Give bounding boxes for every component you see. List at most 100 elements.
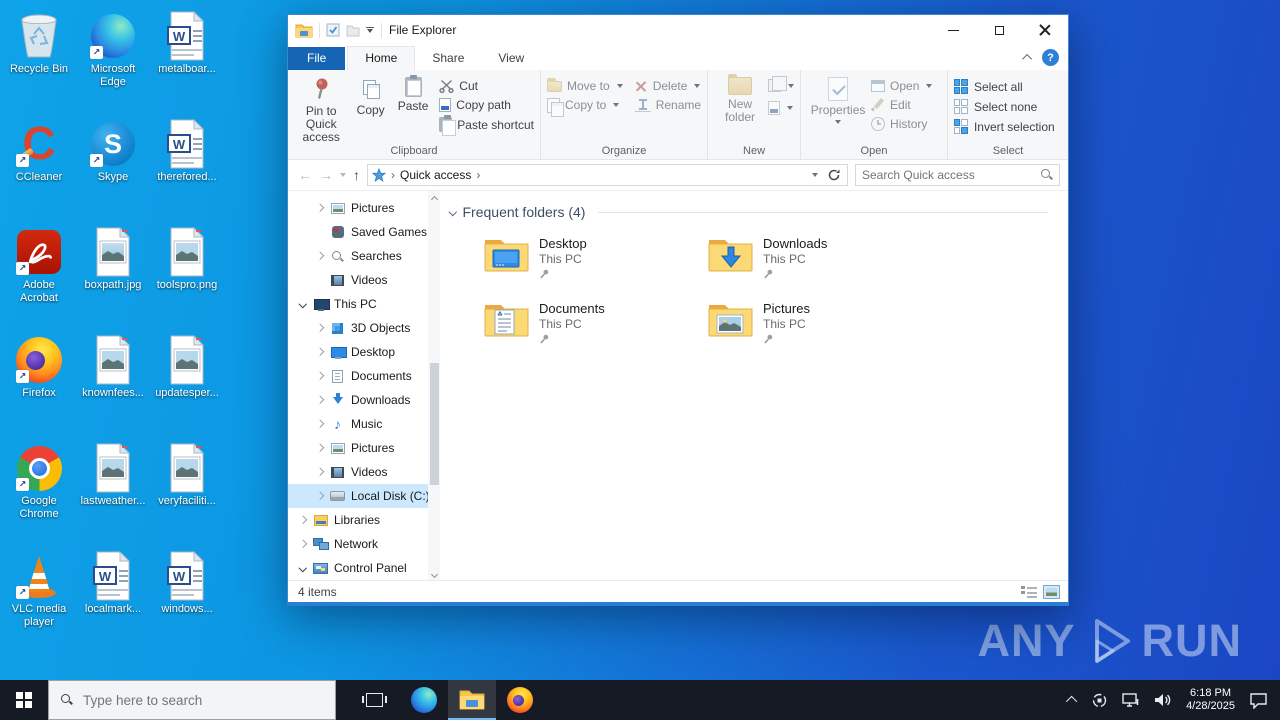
- invert-selection-button[interactable]: Invert selection: [954, 119, 1055, 134]
- folder-tile-downloads[interactable]: Downloads This PC: [708, 236, 913, 301]
- copy-to-button[interactable]: Copy to: [547, 98, 623, 112]
- details-view-button[interactable]: [1021, 585, 1037, 598]
- copy-button[interactable]: Copy: [350, 74, 390, 117]
- desktop-icon-lastweather-image[interactable]: lastweather...: [78, 444, 148, 508]
- taskbar-firefox-button[interactable]: [496, 680, 544, 720]
- taskbar-file-explorer-button[interactable]: [448, 680, 496, 720]
- pin-to-quick-access-button[interactable]: Pin to Quick access: [294, 74, 348, 144]
- nav-item-desktop[interactable]: Desktop: [288, 340, 440, 364]
- desktop-icon-adobe-acrobat[interactable]: ↗ Adobe Acrobat: [4, 228, 74, 305]
- open-button[interactable]: Open: [871, 79, 932, 93]
- desktop-icon-boxpath-jpg[interactable]: boxpath.jpg: [78, 228, 148, 292]
- desktop-icon-skype[interactable]: S↗ Skype: [78, 120, 148, 184]
- back-button[interactable]: ←: [298, 167, 312, 183]
- tab-home[interactable]: Home: [347, 46, 415, 70]
- properties-button[interactable]: Properties: [807, 74, 869, 124]
- scroll-up-button[interactable]: [428, 191, 440, 205]
- scrollbar-thumb[interactable]: [430, 363, 439, 485]
- desktop-icon-toolspro-png[interactable]: toolspro.png: [152, 228, 222, 292]
- select-all-button[interactable]: Select all: [954, 79, 1055, 94]
- desktop-icon-metalboar-doc[interactable]: W metalboar...: [152, 12, 222, 76]
- start-button[interactable]: [0, 680, 48, 720]
- paste-button[interactable]: Paste: [393, 74, 433, 113]
- paste-shortcut-button[interactable]: Paste shortcut: [439, 117, 534, 132]
- desktop-icon-knownfees-image[interactable]: knownfees...: [78, 336, 148, 400]
- explorer-search-input[interactable]: [862, 168, 1041, 182]
- customize-toolbar-icon[interactable]: [366, 27, 374, 33]
- select-none-button[interactable]: Select none: [954, 99, 1055, 114]
- collapse-ribbon-icon[interactable]: [1022, 54, 1032, 64]
- nav-item-videos-pc[interactable]: Videos: [288, 460, 440, 484]
- desktop-icon-ccleaner[interactable]: C↗ CCleaner: [4, 120, 74, 184]
- cut-button[interactable]: Cut: [439, 79, 534, 93]
- desktop-icon-localmark-doc[interactable]: W localmark...: [78, 552, 148, 616]
- rename-button[interactable]: Rename: [635, 98, 701, 112]
- desktop-icon-microsoft-edge[interactable]: ↗ Microsoft Edge: [78, 12, 148, 89]
- edit-button[interactable]: Edit: [871, 98, 932, 112]
- breadcrumb-quick-access[interactable]: Quick access: [400, 168, 471, 182]
- action-center-icon[interactable]: [1249, 692, 1268, 709]
- tab-file[interactable]: File: [288, 47, 345, 70]
- frequent-folders-header[interactable]: Frequent folders (4): [450, 204, 1048, 220]
- history-button[interactable]: History: [871, 117, 932, 131]
- tab-share[interactable]: Share: [415, 47, 481, 70]
- desktop-icon-veryfaciliti-image[interactable]: veryfaciliti...: [152, 444, 222, 508]
- nav-scrollbar[interactable]: [428, 191, 440, 580]
- tab-view[interactable]: View: [481, 47, 541, 70]
- help-button[interactable]: ?: [1042, 49, 1059, 66]
- properties-quick-icon[interactable]: [326, 23, 340, 37]
- show-hidden-icons-button[interactable]: [1066, 696, 1077, 707]
- large-icons-view-button[interactable]: [1043, 585, 1060, 599]
- nav-item-saved-games[interactable]: Saved Games: [288, 220, 440, 244]
- desktop-icon-google-chrome[interactable]: ↗ Google Chrome: [4, 444, 74, 521]
- nav-item-network[interactable]: Network: [288, 532, 440, 556]
- taskbar-search-box[interactable]: [48, 680, 336, 720]
- move-to-button[interactable]: Move to: [547, 79, 623, 93]
- nav-item-videos[interactable]: Videos: [288, 268, 440, 292]
- desktop-icon-windows-doc[interactable]: W windows...: [152, 552, 222, 616]
- nav-item-pictures[interactable]: Pictures: [288, 196, 440, 220]
- tray-app-icon[interactable]: [1091, 692, 1108, 709]
- desktop-icon-vlc[interactable]: ↗ VLC media player: [4, 552, 74, 629]
- folder-tile-pictures[interactable]: Pictures This PC: [708, 301, 913, 366]
- nav-item-music[interactable]: ♪Music: [288, 412, 440, 436]
- nav-item-libraries[interactable]: Libraries: [288, 508, 440, 532]
- delete-button[interactable]: Delete: [635, 79, 701, 93]
- forward-button[interactable]: →: [319, 167, 333, 183]
- address-dropdown-icon[interactable]: [812, 173, 818, 177]
- minimize-button[interactable]: [930, 15, 976, 45]
- address-bar[interactable]: › Quick access ›: [367, 164, 848, 186]
- close-button[interactable]: [1022, 15, 1068, 45]
- up-button[interactable]: ↑: [353, 167, 360, 183]
- nav-item-pictures-pc[interactable]: Pictures: [288, 436, 440, 460]
- easy-access-button[interactable]: [768, 101, 794, 115]
- new-folder-quick-icon[interactable]: [346, 24, 360, 37]
- copy-path-button[interactable]: Copy path: [439, 98, 534, 112]
- refresh-icon[interactable]: [827, 168, 841, 182]
- network-icon[interactable]: [1122, 693, 1140, 708]
- taskbar-search-input[interactable]: [83, 693, 323, 708]
- volume-icon[interactable]: [1154, 693, 1172, 707]
- desktop-icon-updatesper-image[interactable]: updatesper...: [152, 336, 222, 400]
- folder-tile-documents[interactable]: Documents This PC: [484, 301, 689, 366]
- desktop-icon-recycle-bin[interactable]: Recycle Bin: [4, 12, 74, 76]
- scroll-down-button[interactable]: [428, 566, 440, 580]
- nav-item-3d-objects[interactable]: 3D Objects: [288, 316, 440, 340]
- explorer-search-box[interactable]: [855, 164, 1060, 186]
- desktop-icon-firefox[interactable]: ↗ Firefox: [4, 336, 74, 400]
- new-folder-button[interactable]: New folder: [714, 74, 766, 124]
- folder-tile-desktop[interactable]: Desktop This PC: [484, 236, 689, 301]
- desktop-icon-therefored-doc[interactable]: W therefored...: [152, 120, 222, 184]
- nav-item-downloads[interactable]: Downloads: [288, 388, 440, 412]
- nav-item-searches[interactable]: Searches: [288, 244, 440, 268]
- nav-item-this-pc[interactable]: This PC: [288, 292, 440, 316]
- nav-item-documents[interactable]: Documents: [288, 364, 440, 388]
- recent-locations-icon[interactable]: [340, 173, 346, 177]
- new-item-button[interactable]: [768, 79, 794, 92]
- maximize-button[interactable]: [976, 15, 1022, 45]
- taskbar-clock[interactable]: 6:18 PM 4/28/2025: [1186, 687, 1235, 713]
- nav-item-local-disk-c[interactable]: Local Disk (C:): [288, 484, 440, 508]
- task-view-button[interactable]: [350, 680, 398, 720]
- nav-item-control-panel[interactable]: Control Panel: [288, 556, 440, 580]
- taskbar-edge-button[interactable]: [400, 680, 448, 720]
